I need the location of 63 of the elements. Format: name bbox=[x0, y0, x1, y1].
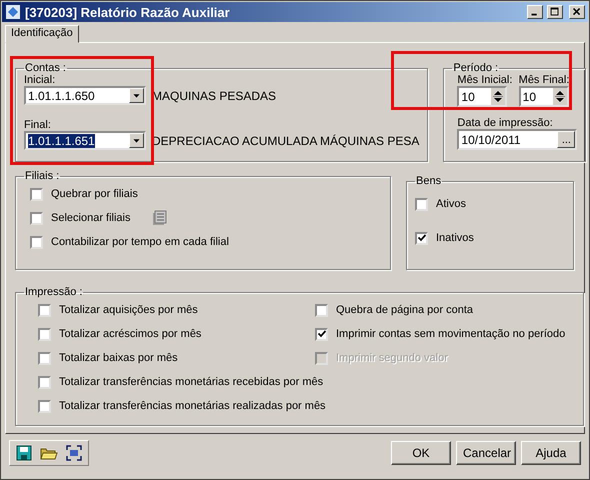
field-label: Mês Final: bbox=[518, 74, 570, 86]
checkbox[interactable] bbox=[30, 188, 43, 200]
checkbox-label: Selecionar filiais bbox=[51, 212, 130, 224]
list-icon[interactable] bbox=[152, 210, 168, 226]
spinner-value: 10 bbox=[522, 90, 536, 104]
checkbox[interactable] bbox=[38, 328, 51, 340]
checkbox-label: Inativos bbox=[436, 232, 474, 244]
field-label: Inicial: bbox=[24, 74, 56, 86]
maximize-icon[interactable] bbox=[547, 5, 563, 19]
group-title: Filiais : bbox=[24, 170, 60, 182]
account-description: DEPRECIACAO ACUMULADA MÁQUINAS PESA bbox=[152, 134, 420, 148]
checkbox-label: Totalizar transferências monetárias recebidas por mês bbox=[59, 376, 324, 388]
minimize-icon[interactable] bbox=[527, 5, 543, 19]
date-field[interactable]: 10/10/2011 ... bbox=[457, 129, 578, 150]
fit-screen-icon[interactable] bbox=[66, 445, 82, 461]
field-label: Mês Inicial: bbox=[457, 74, 512, 86]
ellipsis-button[interactable]: ... bbox=[557, 131, 576, 148]
tab[interactable]: Identificação bbox=[5, 25, 79, 43]
checkbox-label: Imprimir contas sem movimentação no período bbox=[336, 328, 566, 340]
month-spinner[interactable]: 10 bbox=[457, 86, 508, 107]
field-label: Data de impressão: bbox=[457, 117, 554, 129]
dialog-button[interactable]: Cancelar bbox=[456, 441, 516, 465]
dialog-button[interactable]: Ajuda bbox=[521, 441, 581, 465]
group-title: Contas : bbox=[24, 62, 67, 74]
checkbox-label: Ativos bbox=[436, 198, 466, 210]
checkbox-label: Contabilizar por tempo em cada filial bbox=[51, 236, 229, 248]
window-title: [370203] Relatório Razão Auxiliar bbox=[25, 4, 231, 20]
checkbox[interactable] bbox=[315, 328, 328, 340]
checkbox[interactable] bbox=[415, 198, 428, 210]
dialog-button[interactable]: OK bbox=[391, 441, 451, 465]
spinner-value: 10 bbox=[460, 90, 475, 104]
checkbox-label: Totalizar acréscimos por mês bbox=[59, 328, 202, 340]
checkbox-label: Totalizar baixas por mês bbox=[59, 352, 178, 364]
close-icon[interactable] bbox=[569, 5, 585, 19]
checkbox[interactable] bbox=[38, 304, 51, 316]
checkbox-label: Totalizar transferências monetárias realizadas por mês bbox=[59, 400, 326, 412]
group-title: Bens bbox=[415, 175, 442, 187]
dropdown-icon[interactable] bbox=[129, 133, 144, 148]
account-combo[interactable]: 1.01.1.1.651 bbox=[24, 131, 146, 150]
combo-value: 1.01.1.1.651 bbox=[27, 134, 96, 148]
account-combo[interactable]: 1.01.1.1.650 bbox=[24, 86, 146, 105]
checkbox-label: Quebra de página por conta bbox=[336, 304, 473, 316]
checkbox[interactable] bbox=[38, 400, 51, 412]
field-label: Final: bbox=[24, 119, 52, 131]
combo-value: 1.01.1.1.650 bbox=[27, 88, 96, 102]
month-spinner[interactable]: 10 bbox=[518, 86, 569, 107]
checkbox[interactable] bbox=[415, 232, 428, 244]
checkbox-label: Quebrar por filiais bbox=[51, 188, 138, 200]
spin-arrows-icon[interactable] bbox=[552, 88, 567, 105]
spin-arrows-icon[interactable] bbox=[491, 88, 506, 105]
checkbox[interactable] bbox=[30, 236, 43, 248]
checkbox[interactable] bbox=[38, 352, 51, 364]
group-title: Período : bbox=[452, 62, 500, 74]
date-value: 10/10/2011 bbox=[460, 132, 521, 146]
checkbox-label: Totalizar aquisições por mês bbox=[59, 304, 198, 316]
group-title: Impressão : bbox=[24, 286, 84, 298]
app-icon bbox=[5, 4, 21, 20]
checkbox[interactable] bbox=[38, 376, 51, 388]
dropdown-icon[interactable] bbox=[129, 88, 144, 103]
save-icon[interactable] bbox=[16, 445, 32, 461]
account-description: MAQUINAS PESADAS bbox=[152, 88, 276, 102]
checkbox[interactable] bbox=[315, 304, 328, 316]
checkbox[interactable] bbox=[30, 212, 43, 224]
